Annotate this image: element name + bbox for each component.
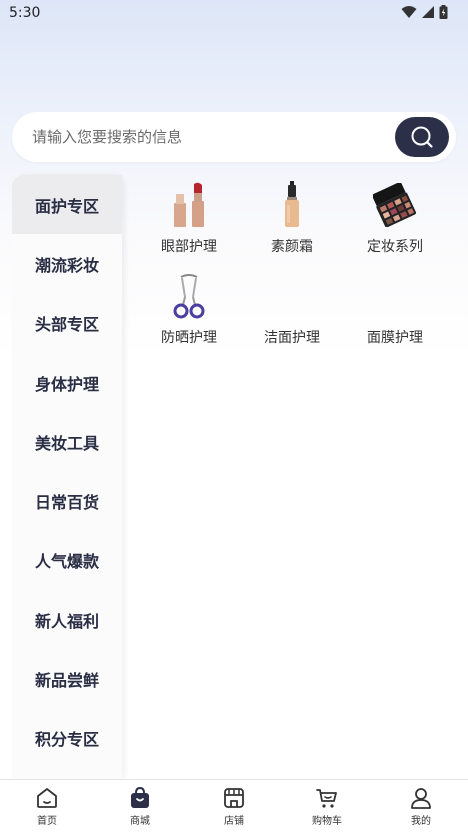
sidebar-item-label: 头部专区	[34, 314, 99, 334]
signal-icon	[422, 6, 434, 18]
status-time: 5:30	[9, 5, 41, 21]
search-input[interactable]	[32, 112, 372, 162]
product-eye-care[interactable]: 眼部护理	[139, 180, 239, 260]
category-sidebar: 面护专区 潮流彩妆 头部专区 身体护理 美妆工具 日常百货 人气爆款 新人福利 …	[12, 175, 122, 780]
sidebar-item-label: 积分专区	[34, 729, 99, 749]
sidebar-item-label: 面护专区	[34, 196, 99, 216]
sidebar-item-points[interactable]: 积分专区	[12, 708, 122, 767]
search-bar	[12, 112, 456, 162]
nav-label: 商城	[130, 816, 150, 827]
product-cream[interactable]: 素颜霜	[242, 180, 342, 260]
sidebar-item-label: 人气爆款	[34, 551, 99, 571]
foundation-bottle-image	[267, 180, 317, 230]
wifi-icon	[401, 6, 417, 18]
sidebar-item-body-care[interactable]: 身体护理	[12, 353, 122, 412]
product-label: 眼部护理	[161, 239, 217, 255]
nav-profile[interactable]: 我的	[391, 786, 451, 827]
sidebar-item-label: 美妆工具	[34, 433, 99, 453]
product-label: 面膜护理	[367, 330, 423, 346]
mask-image	[370, 271, 420, 321]
nav-store[interactable]: 店铺	[204, 786, 264, 827]
sidebar-item-face-care[interactable]: 面护专区	[12, 175, 122, 234]
nav-label: 我的	[411, 816, 431, 827]
shopping-bag-icon	[131, 786, 149, 808]
sidebar-item-label: 潮流彩妆	[34, 255, 99, 275]
nav-label: 店铺	[224, 816, 244, 827]
sidebar-item-new-products[interactable]: 新品尝鲜	[12, 649, 122, 708]
product-label: 防晒护理	[161, 330, 217, 346]
cart-icon	[316, 789, 337, 808]
search-icon	[411, 126, 433, 148]
sidebar-item-head-care[interactable]: 头部专区	[12, 293, 122, 352]
sidebar-item-label: 身体护理	[34, 374, 99, 394]
eyelash-curler-image	[164, 271, 214, 321]
nav-cart[interactable]: 购物车	[297, 786, 357, 827]
sidebar-item-label: 新品尝鲜	[34, 670, 99, 690]
sidebar-item-trend-makeup[interactable]: 潮流彩妆	[12, 234, 122, 293]
status-bar: 5:30	[0, 0, 468, 26]
sidebar-item-beauty-tools[interactable]: 美妆工具	[12, 412, 122, 471]
user-icon	[411, 788, 431, 809]
sidebar-item-daily-goods[interactable]: 日常百货	[12, 471, 122, 530]
sidebar-item-popular[interactable]: 人气爆款	[12, 530, 122, 589]
store-icon	[224, 788, 244, 808]
nav-label: 购物车	[312, 816, 342, 827]
product-label: 素颜霜	[271, 239, 313, 255]
search-button[interactable]	[395, 117, 449, 157]
product-label: 定妆系列	[367, 239, 423, 255]
sidebar-item-label: 日常百货	[34, 492, 99, 512]
battery-icon	[439, 5, 448, 19]
product-sun-care[interactable]: 防晒护理	[139, 271, 239, 351]
product-setting[interactable]: 定妆系列	[345, 180, 445, 260]
sidebar-item-new-user[interactable]: 新人福利	[12, 590, 122, 649]
nav-home[interactable]: 首页	[17, 786, 77, 827]
product-mask[interactable]: 面膜护理	[345, 271, 445, 351]
product-label: 洁面护理	[264, 330, 320, 346]
nav-label: 首页	[37, 816, 57, 827]
cleansing-image	[267, 271, 317, 321]
home-icon	[37, 788, 57, 808]
eyeshadow-palette-image	[370, 180, 420, 230]
bottom-nav: 首页 商城 店铺 购物车 我的	[0, 779, 468, 832]
product-cleansing[interactable]: 洁面护理	[242, 271, 342, 351]
status-icons	[401, 5, 448, 19]
lipstick-image	[164, 180, 214, 230]
nav-mall[interactable]: 商城	[110, 786, 170, 827]
sidebar-item-label: 新人福利	[34, 611, 99, 631]
